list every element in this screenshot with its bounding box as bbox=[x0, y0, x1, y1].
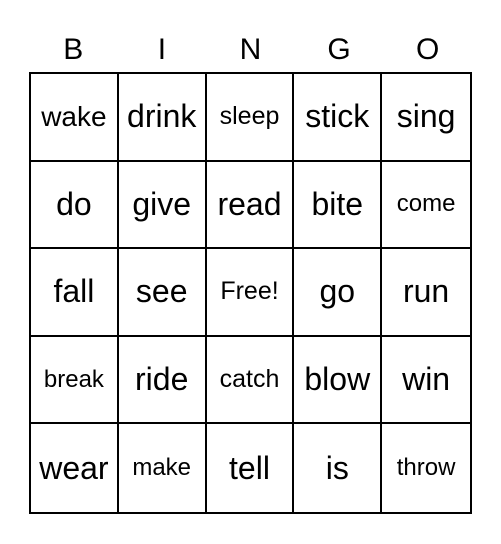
bingo-cell[interactable]: break bbox=[31, 336, 119, 425]
bingo-cell[interactable]: is bbox=[294, 424, 383, 512]
header-letter-o: O bbox=[416, 33, 440, 66]
header-letter-i: I bbox=[157, 33, 167, 66]
bingo-cell[interactable]: fall bbox=[31, 249, 119, 337]
bingo-cell[interactable]: sing bbox=[382, 74, 470, 162]
bingo-cell[interactable]: run bbox=[382, 249, 470, 337]
bingo-cell[interactable]: read bbox=[206, 161, 295, 250]
header-letter-b: B bbox=[63, 33, 84, 66]
bingo-cell[interactable]: wear bbox=[31, 424, 119, 512]
bingo-cell[interactable]: drink bbox=[118, 74, 207, 162]
bingo-cell[interactable]: come bbox=[382, 162, 470, 250]
free-space-cell[interactable]: Free! bbox=[206, 249, 295, 337]
bingo-cell[interactable]: do bbox=[31, 161, 119, 250]
bingo-cell[interactable]: give bbox=[118, 161, 207, 250]
bingo-cell[interactable]: catch bbox=[206, 336, 295, 425]
bingo-cell[interactable]: stick bbox=[294, 74, 383, 162]
header-letter-g: G bbox=[327, 33, 351, 66]
header-letter-n: N bbox=[239, 33, 262, 66]
bingo-cell[interactable]: go bbox=[294, 249, 383, 337]
bingo-cell[interactable]: wake bbox=[31, 74, 119, 162]
bingo-cell[interactable]: throw bbox=[382, 424, 470, 512]
bingo-card-grid: wake drink sleep stick sing do give read… bbox=[29, 72, 472, 514]
bingo-cell[interactable]: sleep bbox=[206, 74, 295, 162]
bingo-cell[interactable]: blow bbox=[294, 336, 383, 425]
bingo-cell[interactable]: win bbox=[382, 337, 470, 425]
bingo-cell[interactable]: ride bbox=[118, 336, 207, 425]
bingo-cell[interactable]: make bbox=[119, 424, 207, 512]
bingo-cell[interactable]: tell bbox=[207, 424, 295, 512]
bingo-cell[interactable]: see bbox=[118, 249, 207, 337]
bingo-cell[interactable]: bite bbox=[294, 161, 383, 250]
bingo-header: B I N G O bbox=[29, 28, 472, 72]
